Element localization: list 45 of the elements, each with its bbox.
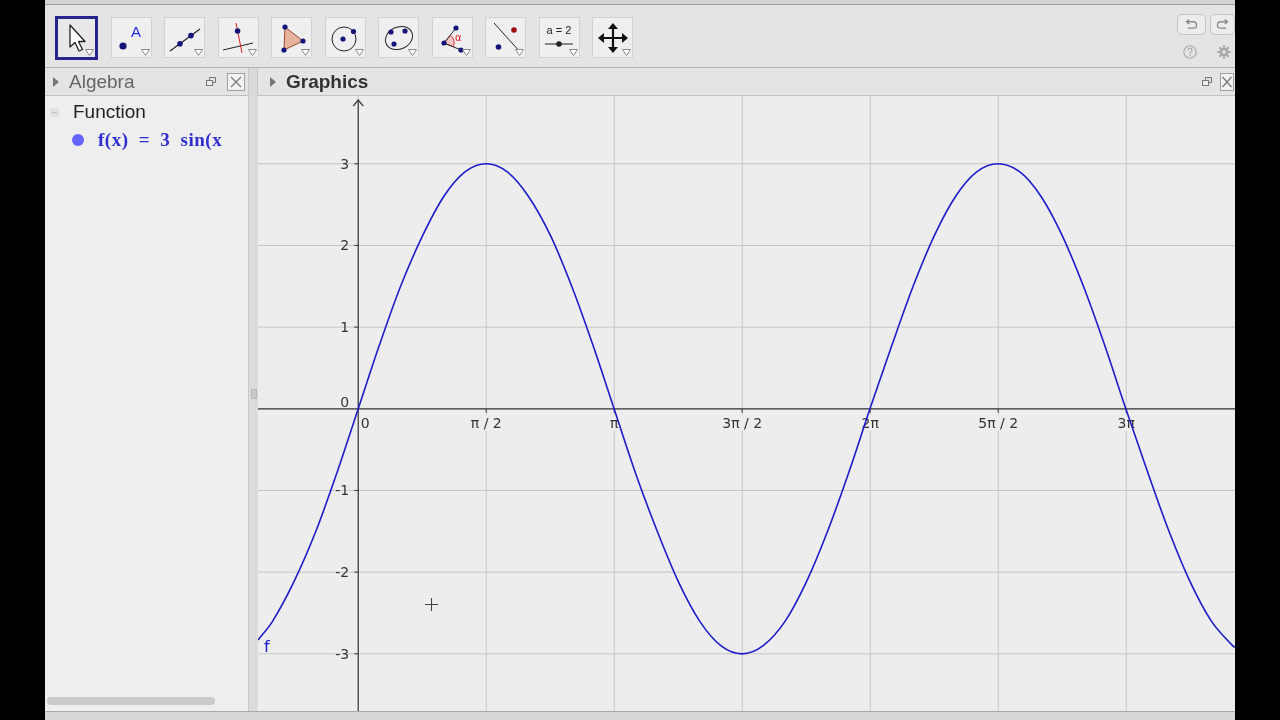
splitter-handle[interactable] [250, 388, 257, 399]
undo-button[interactable] [1177, 14, 1206, 35]
panel-title: Graphics [286, 70, 369, 93]
tool-button[interactable] [55, 16, 98, 60]
dropdown-triangle-icon [194, 49, 203, 56]
restore-window-icon[interactable] [1202, 77, 1212, 86]
function-definition[interactable]: f(x) = 3 sin(x [98, 129, 223, 151]
y-tick-label: -1 [335, 482, 350, 499]
y-tick-label: -2 [335, 564, 350, 581]
x-tick-label: π / 2 [470, 414, 502, 431]
y-tick-label: -3 [335, 645, 350, 662]
y-tick-label: 2 [340, 237, 350, 254]
panel-title: Algebra [69, 70, 135, 93]
y-tick-label: 1 [340, 319, 350, 336]
close-icon[interactable] [227, 72, 245, 91]
close-icon[interactable] [1220, 72, 1234, 91]
restore-window-icon[interactable] [206, 77, 216, 86]
y-tick-label: 0 [340, 394, 350, 411]
dropdown-triangle-icon [85, 49, 94, 56]
x-tick-label: π [610, 414, 619, 431]
dropdown-triangle-icon [568, 49, 578, 56]
caret-right-icon[interactable] [53, 76, 59, 87]
dropdown-triangle-icon [140, 49, 150, 56]
redo-button[interactable] [1210, 14, 1235, 35]
caret-right-icon[interactable] [270, 76, 276, 87]
four-way-arrow-icon [596, 21, 629, 54]
dropdown-triangle-icon [515, 49, 524, 56]
perpendicular-line-icon [222, 21, 254, 54]
dropdown-triangle-icon [354, 49, 364, 56]
y-tick-label: 3 [340, 155, 350, 172]
dropdown-triangle-icon [461, 49, 471, 56]
dropdown-triangle-icon [622, 49, 631, 56]
curve-label: f [264, 636, 270, 656]
dropdown-triangle-icon [408, 49, 417, 56]
x-tick-label: 0 [360, 414, 370, 431]
crosshair-cursor-icon [425, 598, 438, 611]
scrollbar-thumb[interactable] [47, 697, 215, 705]
x-tick-label: 3π / 2 [722, 414, 763, 431]
x-tick-label: 5π / 2 [978, 414, 1019, 431]
dot-icon[interactable] [72, 134, 84, 146]
redo-icon [1215, 19, 1230, 30]
dropdown-triangle-icon [247, 49, 257, 56]
group-title[interactable]: Function [73, 101, 146, 123]
undo-icon [1184, 19, 1199, 30]
dropdown-triangle-icon [301, 49, 310, 56]
